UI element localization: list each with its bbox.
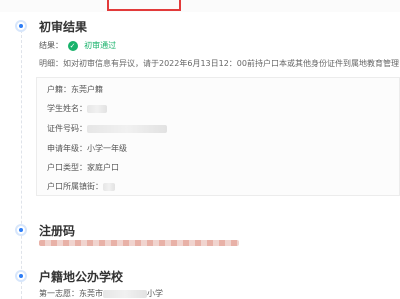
hukou-town-label: 户口所属镇街： xyxy=(47,182,103,191)
redacted-registration-code xyxy=(39,240,239,246)
section-title-registration-code: 注册码 xyxy=(39,224,76,238)
section-title-public-school: 户籍地公办学校 xyxy=(39,270,124,284)
grade: 申请年级：小学一年级 xyxy=(47,144,127,153)
timeline-dot-icon xyxy=(15,20,27,32)
id-number-label: 证件号码： xyxy=(47,124,87,133)
review-hint: 明细：如对初审信息有异议，请于2022年6月13日12：00前持户口本或其他身份… xyxy=(39,59,399,68)
redacted-id-number xyxy=(87,124,167,133)
student-name-label: 学生姓名： xyxy=(47,104,87,113)
first-choice-row: 第一志愿：东莞市 小学 xyxy=(39,288,163,299)
result-status: 初审通过 xyxy=(84,41,117,50)
first-choice-suffix: 小学 xyxy=(147,289,163,298)
result-row: 结果： ✓ 初审通过 xyxy=(39,40,116,51)
id-number-row: 证件号码： xyxy=(47,123,167,134)
timeline-dot-icon xyxy=(15,270,27,282)
redacted-name xyxy=(87,104,107,113)
first-choice-prefix: 第一志愿：东莞市 xyxy=(39,289,103,298)
hukou-town-row: 户口所属镇街： xyxy=(47,181,115,192)
section-title-initial-review: 初审结果 xyxy=(39,20,88,34)
redacted-school-name xyxy=(103,289,147,298)
hukou-type: 户口类型：家庭户口 xyxy=(47,163,119,172)
highlight-box xyxy=(107,0,181,11)
result-label: 结果： xyxy=(39,41,63,50)
check-circle-icon: ✓ xyxy=(67,40,78,51)
timeline-dot-icon xyxy=(15,224,27,236)
timeline-line xyxy=(21,30,22,299)
household-type: 户籍：东莞户籍 xyxy=(47,85,103,94)
student-name-row: 学生姓名： xyxy=(47,103,107,114)
top-area xyxy=(0,0,400,12)
redacted-town xyxy=(103,182,115,191)
